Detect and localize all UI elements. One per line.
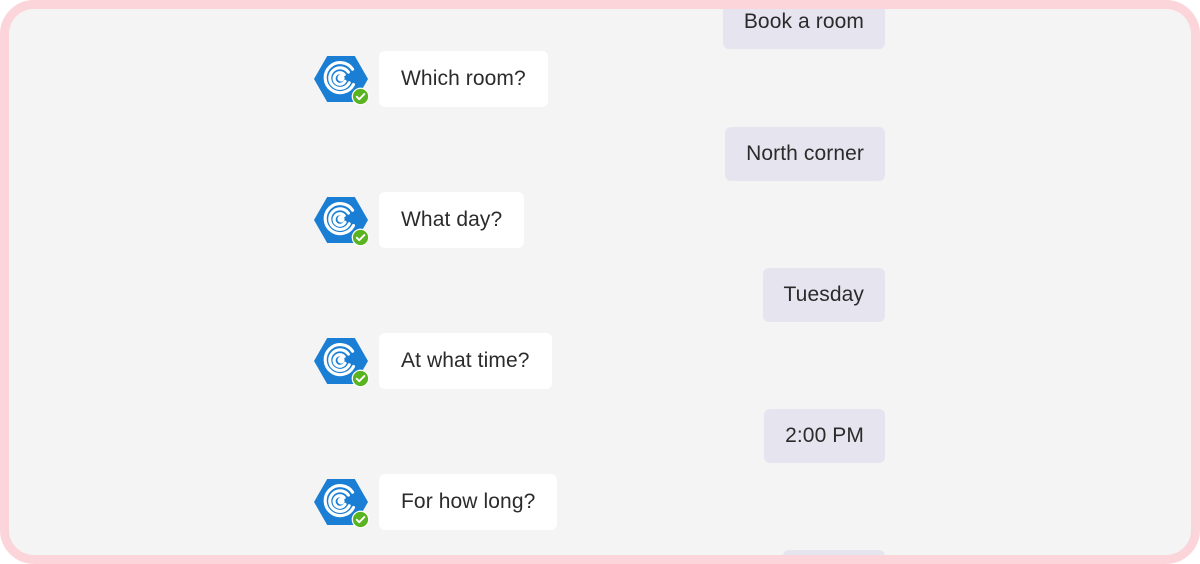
message-row-bot: What day? [313,192,525,248]
user-message-bubble[interactable]: 2:00 PM [764,409,885,463]
user-message-bubble[interactable]: North corner [725,127,885,181]
verified-check-icon [351,228,370,247]
bot-avatar-icon [313,333,370,389]
user-message-bubble[interactable]: 1 hour [782,550,885,555]
bot-message-bubble[interactable]: For how long? [379,474,558,530]
message-row-bot: At what time? [313,333,552,389]
bot-avatar-icon [313,474,370,530]
message-row-user: 2:00 PM [9,409,885,463]
bot-avatar-icon [313,192,370,248]
verified-check-icon [351,510,370,529]
user-message-bubble[interactable]: Tuesday [762,268,885,322]
chat-window-frame: Book a room Which room? North corner What d… [0,0,1200,564]
message-row-user: Book a room [9,9,885,49]
message-row-bot: For how long? [313,474,558,530]
message-row-bot: Which room? [313,51,548,107]
bot-message-bubble[interactable]: At what time? [379,333,552,389]
bot-message-bubble[interactable]: What day? [379,192,525,248]
chat-message-list[interactable]: Book a room Which room? North corner What d… [9,9,1191,555]
bot-avatar-icon [313,51,370,107]
user-message-bubble[interactable]: Book a room [722,9,885,49]
message-row-user: 1 hour [9,550,885,555]
verified-check-icon [351,87,370,106]
bot-message-bubble[interactable]: Which room? [379,51,548,107]
verified-check-icon [351,369,370,388]
message-row-user: North corner [9,127,885,181]
message-row-user: Tuesday [9,268,885,322]
